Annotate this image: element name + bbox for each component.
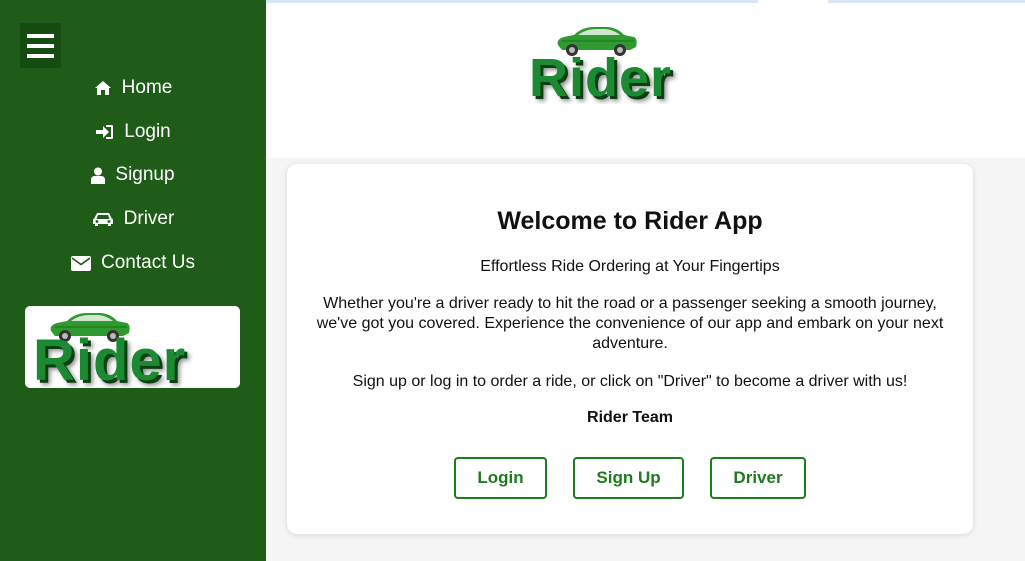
card-cta-text: Sign up or log in to order a ride, or cl… [352, 373, 908, 390]
sidebar: Home Login Signup Driver Contact Us Ride… [0, 0, 266, 561]
home-icon [94, 80, 112, 96]
user-icon [91, 167, 106, 184]
sidebar-item-home[interactable]: Home [0, 73, 266, 103]
card-signature: Rider Team [587, 409, 673, 426]
signup-button[interactable]: Sign Up [573, 457, 684, 499]
sidebar-item-signup[interactable]: Signup [0, 160, 266, 190]
card-title: Welcome to Rider App [497, 207, 763, 235]
car-icon [92, 211, 114, 227]
welcome-card: Welcome to Rider App Effortless Ride Ord… [287, 164, 973, 534]
driver-button[interactable]: Driver [710, 457, 806, 499]
sidebar-item-login[interactable]: Login [0, 117, 266, 147]
sign-in-icon [95, 124, 114, 140]
sidebar-logo: Rider [25, 306, 240, 388]
envelope-icon [71, 255, 91, 271]
hamburger-icon [27, 33, 54, 38]
header: Rider [266, 3, 1025, 158]
hamburger-menu-button[interactable] [20, 23, 61, 68]
logo-wordmark: Rider [529, 48, 673, 104]
card-subtitle: Effortless Ride Ordering at Your Fingert… [480, 258, 780, 275]
logo-wordmark: Rider [33, 328, 187, 389]
sidebar-item-label: Home [121, 77, 173, 98]
sidebar-item-label: Driver [123, 208, 175, 229]
sidebar-item-label: Signup [115, 164, 175, 185]
sidebar-item-contact[interactable]: Contact Us [0, 248, 266, 278]
login-button[interactable]: Login [454, 457, 547, 499]
sidebar-item-label: Contact Us [101, 252, 195, 273]
header-logo: Rider [524, 22, 737, 104]
sidebar-item-driver[interactable]: Driver [0, 204, 266, 234]
sidebar-item-label: Login [124, 121, 171, 142]
card-body-text: Whether you're a driver ready to hit the… [316, 295, 944, 352]
